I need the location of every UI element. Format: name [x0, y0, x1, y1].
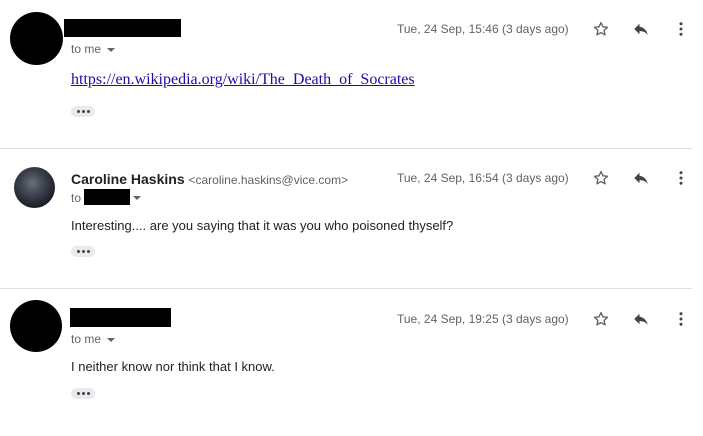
- message-body: I neither know nor think that I know.: [71, 359, 275, 374]
- recipient-toggle[interactable]: to: [71, 191, 81, 205]
- message-date: Tue, 24 Sep, 15:46 (3 days ago): [397, 22, 569, 36]
- message-3: to me Tue, 24 Sep, 19:25 (3 days ago) I …: [0, 289, 703, 436]
- reply-button[interactable]: [630, 18, 652, 40]
- chevron-down-icon[interactable]: [133, 196, 141, 200]
- more-options-button[interactable]: [670, 18, 692, 40]
- sender-email: <caroline.haskins@vice.com>: [188, 173, 349, 187]
- message-body: Interesting.... are you saying that it w…: [71, 218, 454, 233]
- message-body-link[interactable]: https://en.wikipedia.org/wiki/The_Death_…: [71, 71, 415, 89]
- star-icon: [593, 170, 609, 185]
- recipient-label: to: [71, 191, 82, 205]
- ellipsis-icon: [76, 110, 80, 113]
- ellipsis-icon: [76, 392, 80, 395]
- reply-icon: [634, 313, 648, 325]
- sender-line: Caroline Haskins <caroline.haskins@vice.…: [71, 171, 348, 187]
- sender-name: Caroline Haskins: [71, 171, 185, 187]
- message-2: Caroline Haskins <caroline.haskins@vice.…: [0, 149, 703, 288]
- show-trimmed-content-button[interactable]: [71, 388, 95, 399]
- recipient-toggle[interactable]: to me: [71, 42, 116, 56]
- more-options-button[interactable]: [670, 167, 692, 189]
- star-icon: [593, 311, 609, 326]
- message-date: Tue, 24 Sep, 19:25 (3 days ago): [397, 312, 569, 326]
- reply-icon: [634, 172, 648, 184]
- message-date: Tue, 24 Sep, 16:54 (3 days ago): [397, 171, 569, 185]
- star-button[interactable]: [590, 308, 612, 330]
- recipient-toggle[interactable]: to me: [71, 332, 116, 346]
- sender-avatar[interactable]: [10, 300, 62, 352]
- redacted-sender-name: [70, 308, 171, 327]
- redacted-sender-name: [64, 19, 181, 37]
- more-vert-icon: [679, 171, 683, 185]
- ellipsis-icon: [76, 250, 80, 253]
- chevron-down-icon: [107, 47, 116, 52]
- reply-button[interactable]: [630, 308, 652, 330]
- message-1: to me Tue, 24 Sep, 15:46 (3 days ago) ht…: [0, 0, 703, 148]
- more-vert-icon: [679, 312, 683, 326]
- reply-icon: [634, 23, 648, 35]
- star-icon: [593, 21, 609, 36]
- chevron-down-icon: [107, 337, 116, 342]
- show-trimmed-content-button[interactable]: [71, 246, 95, 257]
- sender-avatar[interactable]: [10, 12, 63, 65]
- more-vert-icon: [679, 22, 683, 36]
- redacted-recipient: [84, 189, 130, 205]
- recipient-label: to me: [71, 332, 102, 346]
- show-trimmed-content-button[interactable]: [71, 106, 95, 117]
- recipient-label: to me: [71, 42, 102, 56]
- sender-avatar[interactable]: [14, 167, 55, 208]
- star-button[interactable]: [590, 167, 612, 189]
- more-options-button[interactable]: [670, 308, 692, 330]
- star-button[interactable]: [590, 18, 612, 40]
- reply-button[interactable]: [630, 167, 652, 189]
